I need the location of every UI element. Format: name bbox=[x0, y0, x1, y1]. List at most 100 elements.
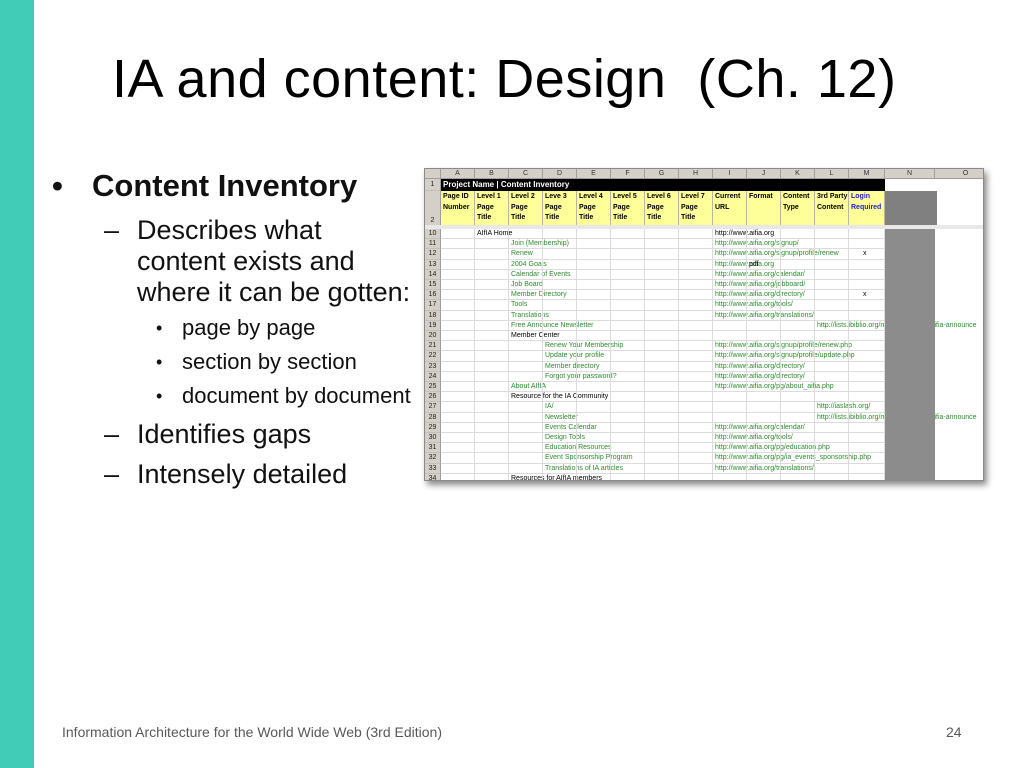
grid-line bbox=[848, 229, 849, 480]
row-header: 1 bbox=[425, 179, 441, 191]
page-title-cell: Update your profile bbox=[545, 352, 605, 360]
row-header: 12 bbox=[425, 249, 441, 260]
page-title-cell: Forgot your password? bbox=[545, 372, 617, 380]
column-heading: Level 7 bbox=[681, 193, 705, 200]
row-header: 28 bbox=[425, 412, 441, 423]
url-cell: http://www.aifia.org/directory/ bbox=[715, 372, 805, 380]
row-header: 23 bbox=[425, 361, 441, 372]
column-header: C bbox=[509, 169, 543, 179]
url-cell: http://www.aifia.org/signup/profile/rene… bbox=[715, 342, 852, 350]
url-cell: http://www.aifia.org/signup/profile/rene… bbox=[715, 250, 839, 258]
grid-line bbox=[746, 229, 747, 480]
column-heading: Page bbox=[477, 203, 494, 211]
column-header: K bbox=[781, 169, 815, 179]
row-header: 14 bbox=[425, 269, 441, 280]
bullet-content-inventory: • Content Inventory bbox=[52, 166, 412, 206]
page-title-cell: Newsletter bbox=[545, 413, 579, 421]
column-heading: Title bbox=[681, 214, 696, 221]
bullet-label: Content Inventory bbox=[92, 168, 358, 203]
login-cell: x bbox=[863, 250, 867, 258]
column-heading: Page bbox=[579, 203, 596, 211]
page-title-cell: Join (Membership) bbox=[511, 240, 569, 248]
row-header: 16 bbox=[425, 290, 441, 301]
page-title-cell: About AIfIA bbox=[511, 383, 547, 390]
row-header: 13 bbox=[425, 259, 441, 270]
grid-line bbox=[848, 191, 849, 225]
row-header: 31 bbox=[425, 443, 441, 454]
grid-line bbox=[644, 229, 645, 480]
column-heading: Leve 3 bbox=[545, 193, 567, 200]
select-all-corner bbox=[425, 169, 441, 179]
column-header: D bbox=[543, 169, 577, 179]
column-heading: Level 6 bbox=[647, 193, 671, 200]
page-title-cell: Resources for AIfIA members bbox=[511, 474, 603, 481]
page-title-cell: Tools bbox=[511, 301, 528, 309]
grid-line bbox=[508, 229, 509, 480]
page-title-cell: Member Center bbox=[511, 332, 560, 339]
bullet-label: Identifies gaps bbox=[137, 419, 312, 449]
bullet-dot-icon: • bbox=[156, 386, 163, 406]
url-cell: http://www.aifia.org bbox=[715, 230, 775, 237]
bullet-label: document by document bbox=[182, 383, 411, 408]
column-heading: Title bbox=[579, 214, 594, 221]
grid-line bbox=[644, 191, 645, 225]
row-header: 33 bbox=[425, 463, 441, 474]
url-cell: http://www.aifia.org/signup/profile/upda… bbox=[715, 352, 855, 360]
column-heading: Page ID bbox=[443, 193, 469, 200]
grid-line bbox=[780, 191, 781, 225]
column-heading: Title bbox=[647, 214, 662, 221]
column-heading: Content bbox=[817, 203, 844, 211]
column-heading: Page bbox=[647, 203, 664, 211]
column-heading: Login bbox=[851, 193, 871, 200]
column-heading: URL bbox=[715, 203, 730, 211]
column-header: B bbox=[475, 169, 509, 179]
bullet-intensely-detailed: – Intensely detailed bbox=[52, 459, 412, 490]
grid-line bbox=[712, 229, 713, 480]
grid-line bbox=[576, 191, 577, 225]
row-header: 18 bbox=[425, 310, 441, 321]
bullet-label: section by section bbox=[182, 349, 357, 374]
column-heading: Page bbox=[681, 203, 698, 211]
column-header: G bbox=[645, 169, 679, 179]
bullet-label: Intensely detailed bbox=[137, 459, 348, 489]
column-header: F bbox=[611, 169, 645, 179]
url-cell: http://www.aifia.org/tools/ bbox=[715, 301, 793, 309]
column-header: H bbox=[679, 169, 713, 179]
bullet-section-by-section: • section by section bbox=[52, 348, 412, 376]
bullet-dot-icon: • bbox=[156, 318, 163, 338]
url-cell: http://www.aifia.org/jobboard/ bbox=[715, 281, 806, 288]
column-heading: Number bbox=[443, 203, 470, 211]
third-party-cell: http://iaslash.org/ bbox=[817, 403, 871, 411]
url-cell: http://www.aifia.org/calendar/ bbox=[715, 423, 805, 431]
column-heading: Level 4 bbox=[579, 193, 603, 200]
page-title-cell: Calendar of Events bbox=[511, 270, 571, 278]
page-title-cell: Events Calendar bbox=[545, 423, 597, 431]
url-cell: http://www.aifia.org/signup/ bbox=[715, 240, 799, 248]
column-heading: Page bbox=[511, 203, 528, 211]
row-header: 15 bbox=[425, 280, 441, 291]
url-cell: http://www.aifia.org/tools/ bbox=[715, 434, 793, 441]
grid-line bbox=[474, 191, 475, 225]
grid-line bbox=[678, 229, 679, 480]
url-cell: http://www.aifia.org/translations/ bbox=[715, 311, 814, 319]
bullet-label: page by page bbox=[182, 315, 316, 340]
bullet-dot-icon: • bbox=[52, 168, 63, 203]
row-header: 25 bbox=[425, 382, 441, 393]
dash-icon: – bbox=[104, 459, 120, 489]
column-heading: Page bbox=[545, 203, 562, 211]
column-header: A bbox=[441, 169, 475, 179]
page-title-cell: Free Announce Newsletter bbox=[511, 321, 594, 329]
url-cell: http://www.aifia.org/directory/ bbox=[715, 362, 805, 370]
grid-line bbox=[884, 191, 885, 225]
url-cell: http://www.aifia.org/directory/ bbox=[715, 291, 805, 299]
grid-line bbox=[610, 191, 611, 225]
page-title-cell: Member directory bbox=[545, 362, 600, 370]
column-header: J bbox=[747, 169, 781, 179]
column-heading: Level 2 bbox=[511, 193, 535, 200]
bullet-dot-icon: • bbox=[156, 352, 163, 372]
banner-title: Project Name | Content Inventory bbox=[443, 180, 570, 189]
page-title-cell: IA/ bbox=[545, 403, 554, 411]
bullet-list: • Content Inventory – Describes what con… bbox=[52, 166, 412, 490]
column-header: E bbox=[577, 169, 611, 179]
bullet-label: Describes what content exists and where … bbox=[137, 215, 411, 307]
